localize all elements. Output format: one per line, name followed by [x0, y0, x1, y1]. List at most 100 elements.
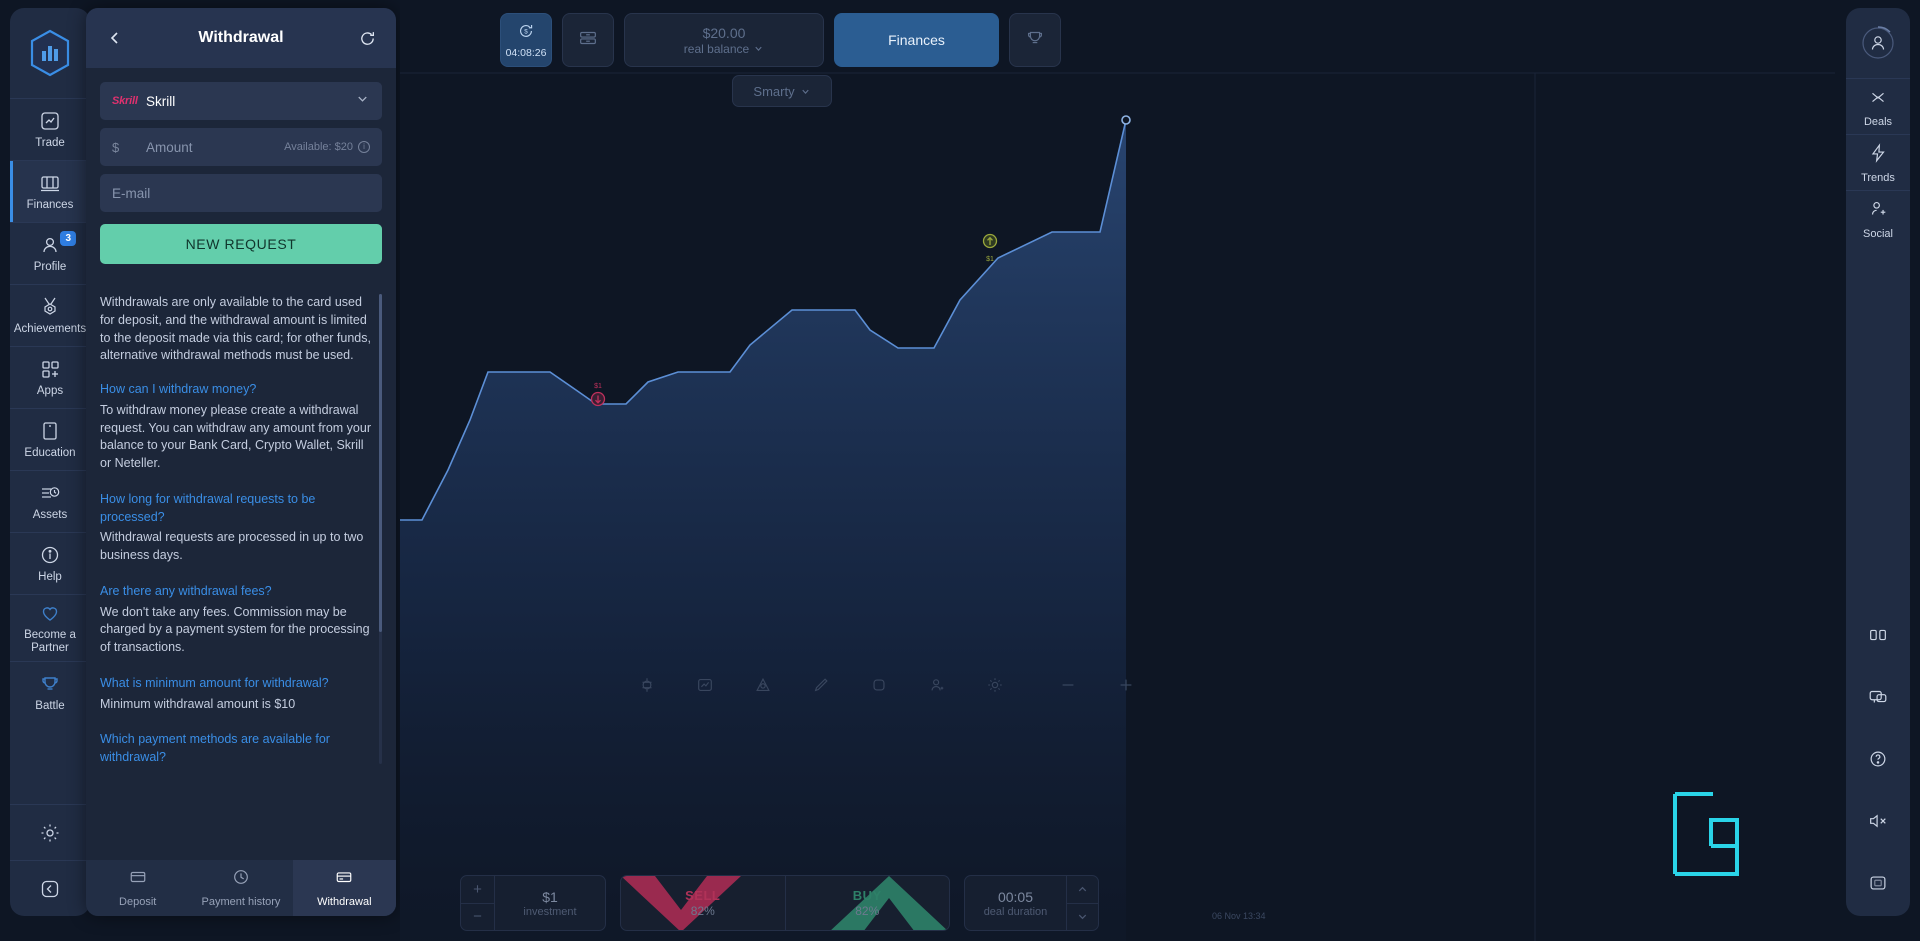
signals-user-icon[interactable] [928, 676, 946, 699]
sidebar-item-collapse[interactable] [10, 860, 90, 916]
right-item-deals[interactable]: Deals [1846, 78, 1910, 134]
sidebar-item-trade[interactable]: Trade [10, 98, 90, 160]
faq-question-2[interactable]: Are there any withdrawal fees? [100, 583, 374, 601]
sell-label: SELL [685, 888, 721, 903]
sidebar-item-partner[interactable]: Become a Partner [10, 594, 90, 661]
skrill-logo: Skrill [112, 95, 138, 107]
payment-method-select[interactable]: Skrill Skrill [100, 82, 382, 120]
medal-icon [38, 295, 62, 319]
tab-payment-history[interactable]: Payment history [189, 860, 292, 916]
sidebar-item-help[interactable]: Help [10, 532, 90, 594]
sidebar-item-achievements[interactable]: Achievements [10, 284, 90, 346]
indicators-icon[interactable] [754, 676, 772, 699]
sidebar-item-education[interactable]: Education [10, 408, 90, 470]
tournament-trophy-icon [1024, 27, 1046, 54]
tournaments-tile[interactable] [1009, 13, 1061, 67]
sidebar-item-assets[interactable]: Assets [10, 470, 90, 532]
trade-panel: + − $1 investment SELL 82% BUY 82% 00:05… [460, 875, 1099, 931]
faq-question-1[interactable]: How long for withdrawal requests to be p… [100, 491, 374, 527]
withdrawal-tabbar: Deposit Payment history Withdrawal [86, 860, 396, 916]
investment-stepper[interactable]: + − $1 investment [460, 875, 606, 931]
email-placeholder: E-mail [112, 185, 151, 201]
book-icon [38, 419, 62, 443]
sidebar-item-apps[interactable]: Apps [10, 346, 90, 408]
sidebar-label-apps: Apps [36, 384, 64, 397]
right-label-deals: Deals [1863, 115, 1893, 128]
gear-icon [38, 821, 62, 845]
refresh-button[interactable] [354, 25, 380, 51]
sidebar-item-finances[interactable]: Finances [10, 160, 90, 222]
balance-tile[interactable]: $20.00 real balance [624, 13, 824, 67]
right-item-social[interactable]: Social [1846, 190, 1910, 246]
investment-increase-button[interactable]: + [461, 876, 494, 903]
instrument-icon[interactable] [638, 676, 656, 699]
sidebar-item-profile[interactable]: 3 Profile [10, 222, 90, 284]
avatar[interactable] [1846, 8, 1910, 78]
deal-duration-decrease-button[interactable] [1067, 902, 1098, 931]
brand-hexagon-logo[interactable] [10, 8, 90, 98]
top-bar: $ 04:08:26 $20.00 real balance Finances [400, 0, 1835, 80]
right-item-fullscreen[interactable] [1846, 854, 1910, 916]
investment-step-group: + − [461, 876, 495, 930]
faq-question-3[interactable]: What is minimum amount for withdrawal? [100, 675, 374, 693]
buy-button[interactable]: BUY 82% [786, 876, 950, 930]
smarty-selector[interactable]: Smarty [732, 75, 832, 107]
drawing-pen-icon[interactable] [812, 676, 830, 699]
sidebar-label-trade: Trade [35, 136, 65, 149]
cashback-timer-tile[interactable]: $ 04:08:26 [500, 13, 552, 67]
email-field[interactable]: E-mail [100, 174, 382, 212]
tab-withdrawal[interactable]: Withdrawal [292, 860, 396, 916]
sidebar-label-assets: Assets [32, 508, 68, 521]
shapes-icon[interactable] [870, 676, 888, 699]
chevron-down-icon [355, 91, 370, 111]
back-button[interactable] [102, 25, 128, 51]
investment-value-group: $1 investment [495, 876, 605, 930]
balance-label: real balance [683, 41, 750, 56]
sidebar-item-settings[interactable] [10, 804, 90, 860]
withdrawal-card-icon [335, 868, 353, 891]
faq-scrollbar-thumb[interactable] [379, 294, 382, 633]
faq-scrollbar-track[interactable] [379, 294, 382, 764]
right-item-trends[interactable]: Trends [1846, 134, 1910, 190]
buy-marker[interactable]: $1 [982, 233, 998, 263]
wallet-icon [38, 171, 62, 195]
chart-area[interactable]: $1 $1 06 Nov 13:25 13:21:45 06 Nov 13:34 [400, 0, 1835, 941]
right-item-support[interactable] [1846, 730, 1910, 792]
buy-percent: 82% [855, 904, 880, 918]
right-item-widgets[interactable] [1846, 606, 1910, 668]
withdrawal-header: Withdrawal [86, 8, 396, 68]
new-request-button[interactable]: NEW REQUEST [100, 224, 382, 264]
withdrawal-notice: Withdrawals are only available to the ca… [100, 295, 371, 363]
sidebar-label-profile: Profile [33, 260, 67, 273]
sell-button[interactable]: SELL 82% [621, 876, 785, 930]
plus-icon[interactable] [1117, 676, 1135, 699]
chart-type-icon[interactable] [696, 676, 714, 699]
balance-amount: $20.00 [702, 24, 746, 41]
deposit-card-icon [129, 868, 147, 891]
investment-decrease-button[interactable]: − [461, 902, 494, 931]
deposit-tile[interactable] [562, 13, 614, 67]
tab-deposit[interactable]: Deposit [86, 860, 189, 916]
faq-scroll-area[interactable]: Withdrawals are only available to the ca… [100, 294, 382, 764]
amount-field[interactable]: $ Amount Available: $20 i [100, 128, 382, 166]
sell-marker[interactable]: $1 [590, 383, 606, 407]
minus-icon[interactable] [1059, 676, 1077, 699]
finances-tab-button[interactable]: Finances [834, 13, 999, 67]
sound-off-icon [1867, 810, 1889, 837]
sell-percent: 82% [690, 904, 715, 918]
faq-question-4[interactable]: Which payment methods are available for … [100, 731, 374, 764]
history-clock-icon [232, 868, 250, 891]
deals-chevrons-icon [1867, 86, 1889, 113]
heart-icon [38, 601, 62, 625]
right-item-chat[interactable] [1846, 668, 1910, 730]
faq-question-0[interactable]: How can I withdraw money? [100, 381, 374, 399]
svg-text:$: $ [524, 28, 528, 35]
deal-duration-stepper[interactable]: 00:05 deal duration [964, 875, 1099, 931]
chevron-down-icon [755, 46, 762, 51]
right-item-sound[interactable] [1846, 792, 1910, 854]
settings-sun-icon[interactable] [986, 676, 1004, 699]
deal-duration-increase-button[interactable] [1067, 876, 1098, 903]
info-icon[interactable]: i [358, 141, 370, 153]
price-chart [400, 72, 1835, 941]
sidebar-item-battle[interactable]: Battle [10, 661, 90, 723]
